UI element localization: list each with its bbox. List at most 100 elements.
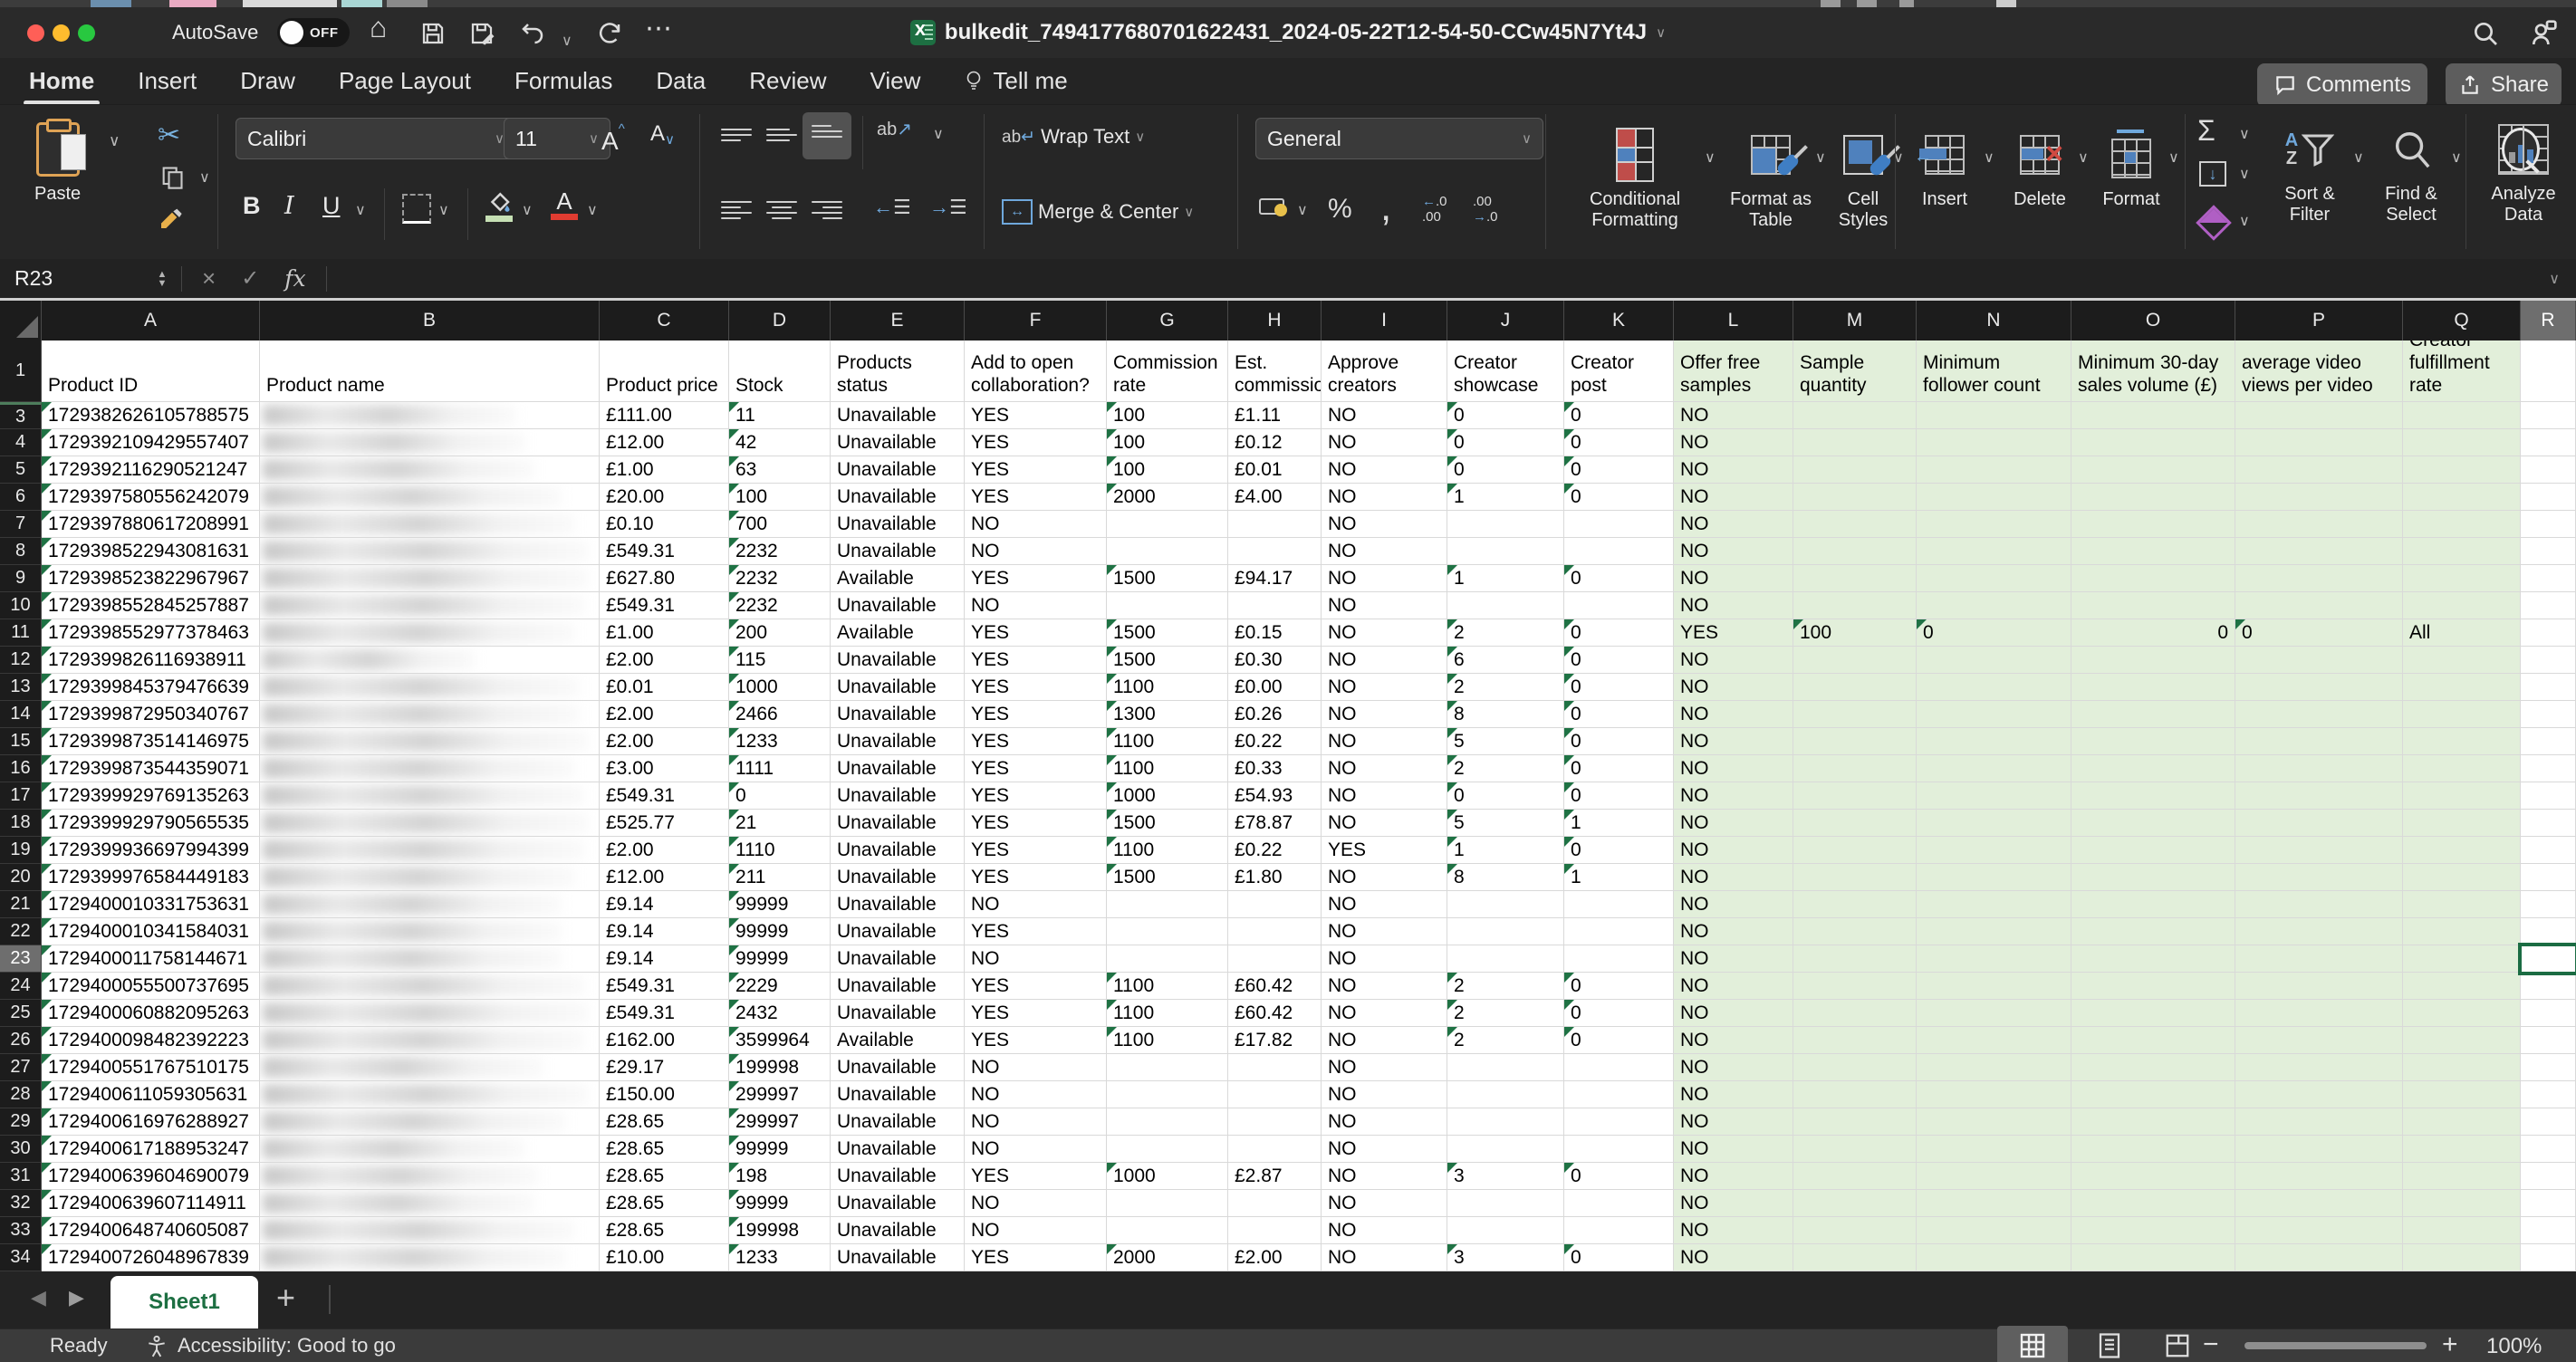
cell-F10[interactable]: NO	[965, 592, 1107, 619]
cell-N33[interactable]	[1917, 1217, 2071, 1244]
cell-E27[interactable]: Unavailable	[831, 1054, 965, 1081]
cell-Q15[interactable]	[2403, 728, 2521, 755]
row-header-21[interactable]: 21	[0, 891, 42, 918]
percent-style-icon[interactable]: %	[1328, 194, 1352, 225]
cell-B32[interactable]	[260, 1190, 600, 1217]
cell-I29[interactable]: NO	[1322, 1108, 1447, 1136]
cell-R23[interactable]	[2521, 945, 2576, 973]
cell-A25[interactable]: 1729400060882095263	[42, 1000, 260, 1027]
row-header-23[interactable]: 23	[0, 945, 42, 973]
cell-P6[interactable]	[2235, 484, 2403, 511]
align-right-button[interactable]	[812, 197, 842, 223]
cell-I25[interactable]: NO	[1322, 1000, 1447, 1027]
cell-E6[interactable]: Unavailable	[831, 484, 965, 511]
cell-E5[interactable]: Unavailable	[831, 456, 965, 484]
cell-A14[interactable]: 1729399872950340767	[42, 701, 260, 728]
cell-K7[interactable]	[1564, 511, 1674, 538]
cell-G28[interactable]	[1107, 1081, 1228, 1108]
cell-I34[interactable]: NO	[1322, 1244, 1447, 1271]
cell-N6[interactable]	[1917, 484, 2071, 511]
row-header-5[interactable]: 5	[0, 456, 42, 484]
cell-I13[interactable]: NO	[1322, 674, 1447, 701]
format-cells-chevron[interactable]: ∨	[2168, 149, 2179, 167]
cell-O20[interactable]	[2071, 864, 2235, 891]
cell-D6[interactable]: 100	[729, 484, 831, 511]
cell-J23[interactable]	[1447, 945, 1564, 973]
cell-J28[interactable]	[1447, 1081, 1564, 1108]
cell-L33[interactable]: NO	[1674, 1217, 1793, 1244]
cell-G15[interactable]: 1100	[1107, 728, 1228, 755]
cell-F34[interactable]: YES	[965, 1244, 1107, 1271]
cell-C7[interactable]: £0.10	[600, 511, 729, 538]
cell-C26[interactable]: £162.00	[600, 1027, 729, 1054]
format-painter-icon[interactable]	[158, 206, 187, 235]
cell-P16[interactable]	[2235, 755, 2403, 782]
cell-J12[interactable]: 6	[1447, 647, 1564, 674]
cell-N1[interactable]: Minimum follower count	[1917, 340, 2071, 402]
insert-function-icon[interactable]: fx	[284, 265, 305, 292]
cell-Q3[interactable]	[2403, 402, 2521, 429]
cell-C11[interactable]: £1.00	[600, 619, 729, 647]
cell-A28[interactable]: 1729400611059305631	[42, 1081, 260, 1108]
cell-Q7[interactable]	[2403, 511, 2521, 538]
cell-G25[interactable]: 1100	[1107, 1000, 1228, 1027]
cell-L11[interactable]: YES	[1674, 619, 1793, 647]
cell-E12[interactable]: Unavailable	[831, 647, 965, 674]
cell-H16[interactable]: £0.33	[1228, 755, 1322, 782]
cell-I22[interactable]: NO	[1322, 918, 1447, 945]
cell-H6[interactable]: £4.00	[1228, 484, 1322, 511]
cell-A3[interactable]: 1729382626105788575	[42, 402, 260, 429]
cell-K30[interactable]	[1564, 1136, 1674, 1163]
cell-R26[interactable]	[2521, 1027, 2576, 1054]
cell-O1[interactable]: Minimum 30-day sales volume (£)	[2071, 340, 2235, 402]
insert-cells-button[interactable]: ← Insert	[1913, 127, 1976, 210]
cell-J15[interactable]: 5	[1447, 728, 1564, 755]
cell-P21[interactable]	[2235, 891, 2403, 918]
cell-F19[interactable]: YES	[965, 837, 1107, 864]
cell-G13[interactable]: 1100	[1107, 674, 1228, 701]
row-header-7[interactable]: 7	[0, 511, 42, 538]
cell-F13[interactable]: YES	[965, 674, 1107, 701]
cell-F30[interactable]: NO	[965, 1136, 1107, 1163]
cell-E1[interactable]: Products status	[831, 340, 965, 402]
comments-button[interactable]: Comments	[2257, 63, 2427, 107]
cell-D14[interactable]: 2466	[729, 701, 831, 728]
cell-J33[interactable]	[1447, 1217, 1564, 1244]
cell-A7[interactable]: 1729397880617208991	[42, 511, 260, 538]
cell-Q8[interactable]	[2403, 538, 2521, 565]
number-format-select[interactable]: General ∨	[1255, 118, 1543, 159]
cell-M3[interactable]	[1793, 402, 1917, 429]
cell-M16[interactable]	[1793, 755, 1917, 782]
cell-L17[interactable]: NO	[1674, 782, 1793, 810]
row-header-22[interactable]: 22	[0, 918, 42, 945]
column-header-G[interactable]: G	[1107, 301, 1228, 340]
autosum-icon[interactable]: Σ	[2197, 114, 2216, 148]
cell-K29[interactable]	[1564, 1108, 1674, 1136]
cell-H5[interactable]: £0.01	[1228, 456, 1322, 484]
analyze-data-button[interactable]: Analyze Data	[2478, 121, 2569, 225]
cell-A1[interactable]: Product ID	[42, 340, 260, 402]
cell-M30[interactable]	[1793, 1136, 1917, 1163]
cell-Q26[interactable]	[2403, 1027, 2521, 1054]
share-user-icon[interactable]	[2529, 19, 2558, 48]
cell-F7[interactable]: NO	[965, 511, 1107, 538]
cell-R11[interactable]	[2521, 619, 2576, 647]
column-header-B[interactable]: B	[260, 301, 600, 340]
borders-menu-chevron[interactable]: ∨	[438, 201, 449, 219]
column-header-K[interactable]: K	[1564, 301, 1674, 340]
cell-E31[interactable]: Unavailable	[831, 1163, 965, 1190]
cell-K18[interactable]: 1	[1564, 810, 1674, 837]
cell-K11[interactable]: 0	[1564, 619, 1674, 647]
font-color-icon[interactable]: A	[551, 188, 578, 220]
cell-Q25[interactable]	[2403, 1000, 2521, 1027]
cell-I8[interactable]: NO	[1322, 538, 1447, 565]
tab-formulas[interactable]: Formulas	[513, 63, 614, 99]
cell-C20[interactable]: £12.00	[600, 864, 729, 891]
tab-page-layout[interactable]: Page Layout	[337, 63, 473, 99]
cancel-icon[interactable]: ×	[202, 264, 216, 293]
zoom-out-button[interactable]: −	[2203, 1329, 2219, 1360]
cell-D26[interactable]: 3599964	[729, 1027, 831, 1054]
cell-H30[interactable]	[1228, 1136, 1322, 1163]
cell-B8[interactable]	[260, 538, 600, 565]
cell-I32[interactable]: NO	[1322, 1190, 1447, 1217]
